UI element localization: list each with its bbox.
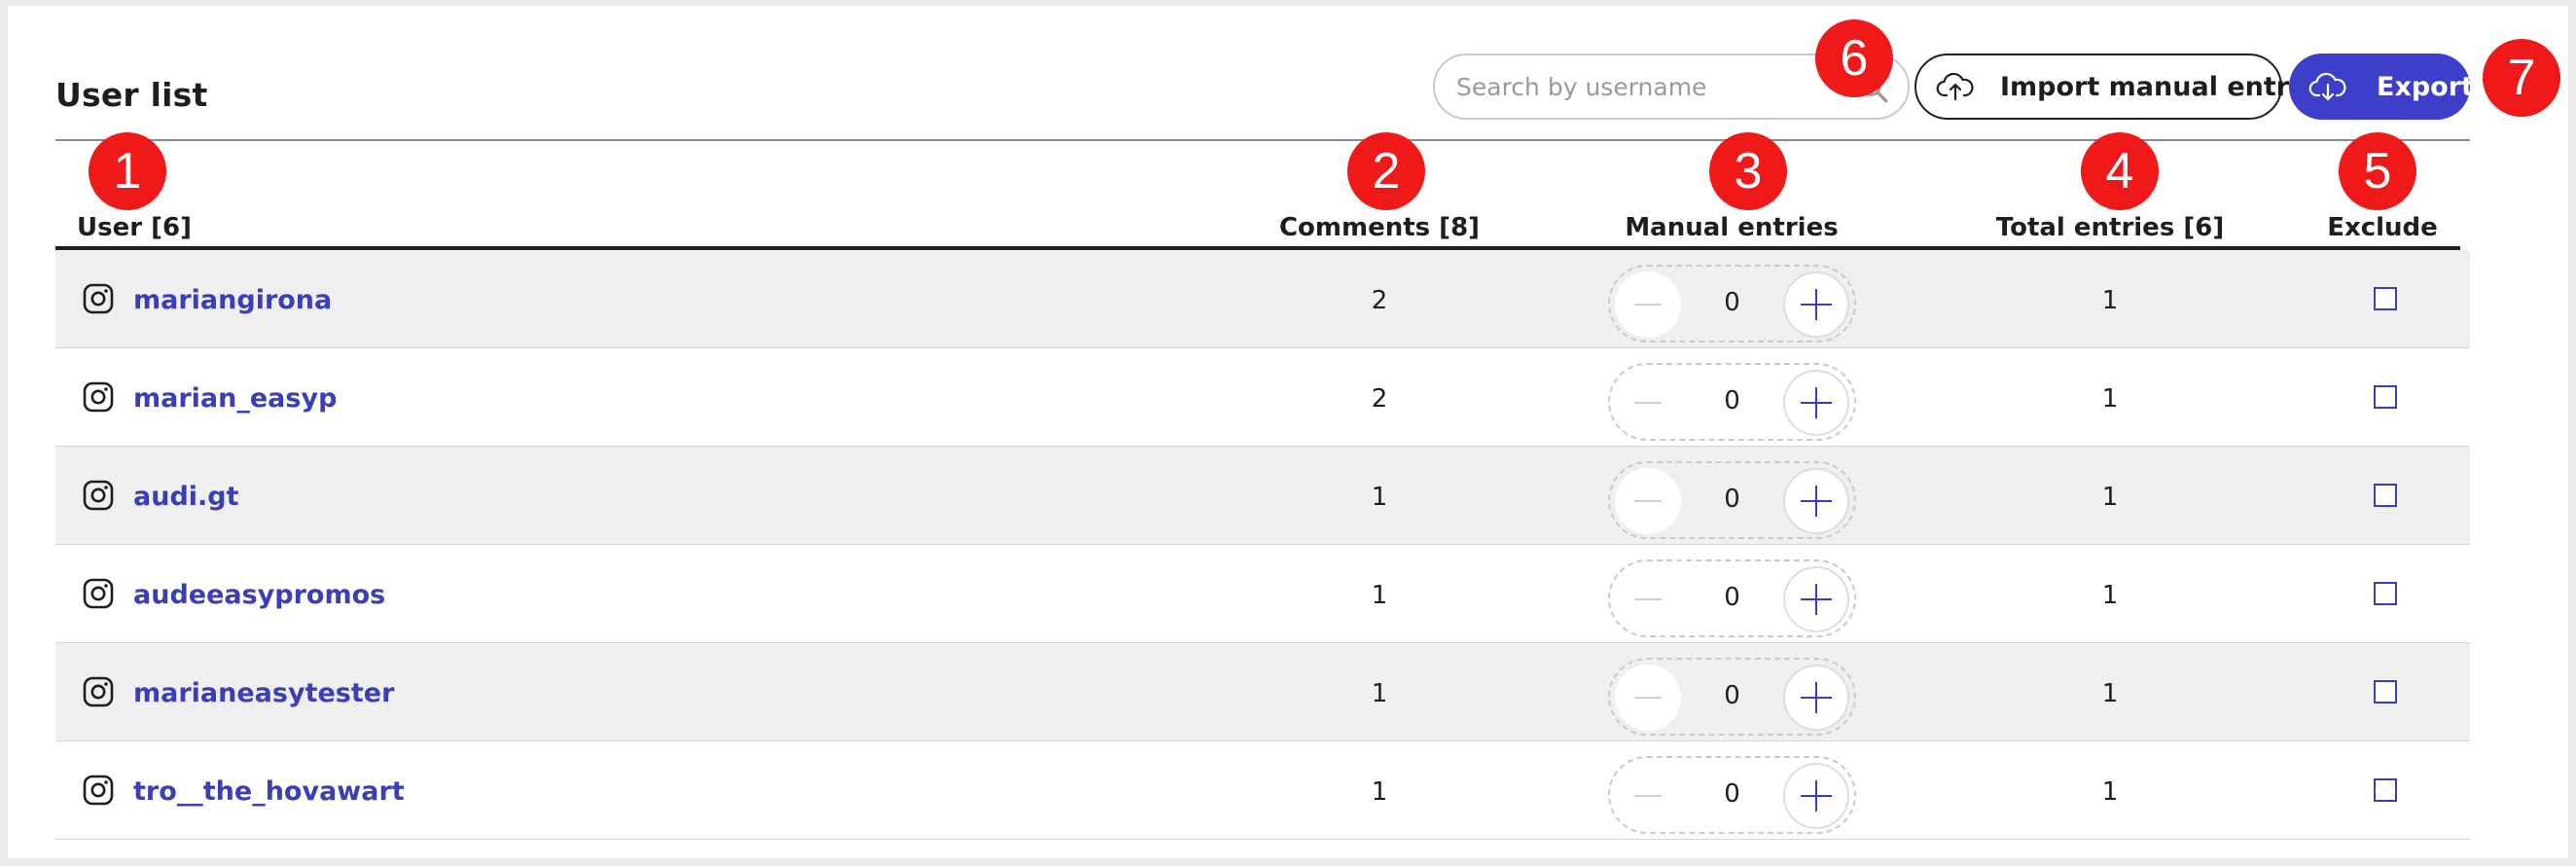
page-title: User list xyxy=(55,76,208,114)
plus-icon xyxy=(1801,289,1832,320)
manual-entries-value: 0 xyxy=(1724,485,1740,514)
annotation-badge-3: 3 xyxy=(1709,132,1787,210)
manual-entries-stepper: 0 xyxy=(1608,658,1856,736)
import-manual-entries-button[interactable]: Import manual entries xyxy=(1914,54,2332,120)
decrement-button[interactable] xyxy=(1615,468,1681,534)
decrement-button[interactable] xyxy=(1615,566,1681,632)
instagram-icon xyxy=(83,381,114,413)
increment-button[interactable] xyxy=(1783,271,1849,338)
manual-entries-value: 0 xyxy=(1724,583,1740,612)
manual-entries-stepper: 0 xyxy=(1608,265,1856,343)
total-entries-count: 1 xyxy=(2101,286,2119,315)
decrement-button[interactable] xyxy=(1615,370,1681,436)
minus-icon xyxy=(1634,795,1662,797)
increment-button[interactable] xyxy=(1783,370,1849,436)
comments-count: 1 xyxy=(1371,581,1388,610)
instagram-icon xyxy=(83,676,114,707)
total-entries-count: 1 xyxy=(2101,384,2119,414)
username-link[interactable]: marian_easyp xyxy=(133,383,337,414)
instagram-icon xyxy=(83,775,114,806)
table-row: marianeasytester 1 0 1 xyxy=(55,643,2470,741)
column-header-user[interactable]: User [6] xyxy=(77,213,192,242)
username-link[interactable]: audi.gt xyxy=(133,482,239,512)
plus-icon xyxy=(1801,584,1832,615)
exclude-checkbox[interactable] xyxy=(2374,778,2397,802)
table-row: audi.gt 1 0 1 xyxy=(55,447,2470,545)
exclude-checkbox[interactable] xyxy=(2374,582,2397,605)
manual-entries-value: 0 xyxy=(1724,779,1740,809)
comments-count: 1 xyxy=(1371,679,1388,708)
total-entries-count: 1 xyxy=(2101,679,2119,708)
import-button-label: Import manual entries xyxy=(2000,71,2332,102)
username-link[interactable]: tro__the_hovawart xyxy=(133,776,405,807)
comments-count: 1 xyxy=(1371,483,1388,512)
minus-icon xyxy=(1634,304,1662,306)
manual-entries-stepper: 0 xyxy=(1608,559,1856,637)
table-row: tro__the_hovawart 1 0 1 xyxy=(55,741,2470,840)
decrement-button[interactable] xyxy=(1615,271,1681,338)
minus-icon xyxy=(1634,500,1662,502)
username-link[interactable]: marianeasytester xyxy=(133,678,394,708)
comments-count: 2 xyxy=(1371,384,1388,414)
annotation-badge-2: 2 xyxy=(1347,132,1425,210)
table-row: marian_easyp 2 0 1 xyxy=(55,348,2470,447)
export-button[interactable]: Export xyxy=(2289,54,2474,120)
minus-icon xyxy=(1634,697,1662,699)
table-row: mariangirona 2 0 1 xyxy=(55,250,2470,348)
decrement-button[interactable] xyxy=(1615,763,1681,829)
manual-entries-value: 0 xyxy=(1724,288,1740,317)
exclude-checkbox[interactable] xyxy=(2374,287,2397,310)
annotation-badge-7: 7 xyxy=(2483,39,2560,117)
cloud-upload-icon xyxy=(1936,72,1974,101)
username-link[interactable]: mariangirona xyxy=(133,285,332,315)
manual-entries-value: 0 xyxy=(1724,386,1740,415)
column-header-exclude[interactable]: Exclude xyxy=(2327,213,2438,242)
exclude-checkbox[interactable] xyxy=(2374,484,2397,507)
comments-count: 2 xyxy=(1371,286,1388,315)
total-entries-count: 1 xyxy=(2101,581,2119,610)
username-link[interactable]: audeeasypromos xyxy=(133,580,385,610)
manual-entries-value: 0 xyxy=(1724,681,1740,710)
search-input[interactable] xyxy=(1456,72,1845,101)
comments-count: 1 xyxy=(1371,777,1388,807)
instagram-icon xyxy=(83,283,114,314)
exclude-checkbox[interactable] xyxy=(2374,385,2397,409)
total-entries-count: 1 xyxy=(2101,483,2119,512)
plus-icon xyxy=(1801,780,1832,812)
annotation-badge-6: 6 xyxy=(1815,19,1893,97)
manual-entries-stepper: 0 xyxy=(1608,461,1856,539)
export-button-label: Export xyxy=(2377,71,2474,102)
column-header-manual-entries[interactable]: Manual entries xyxy=(1625,213,1838,242)
minus-icon xyxy=(1634,402,1662,404)
column-header-comments[interactable]: Comments [8] xyxy=(1279,213,1480,242)
plus-icon xyxy=(1801,486,1832,517)
instagram-icon xyxy=(83,480,114,511)
annotation-badge-1: 1 xyxy=(89,132,166,210)
plus-icon xyxy=(1801,387,1832,418)
increment-button[interactable] xyxy=(1783,566,1849,632)
decrement-button[interactable] xyxy=(1615,665,1681,731)
increment-button[interactable] xyxy=(1783,468,1849,534)
instagram-icon xyxy=(83,578,114,609)
table-row: audeeasypromos 1 0 1 xyxy=(55,545,2470,643)
user-table-body: mariangirona 2 0 1 marian_easyp 2 0 1 au… xyxy=(55,250,2470,840)
total-entries-count: 1 xyxy=(2101,777,2119,807)
annotation-badge-4: 4 xyxy=(2081,132,2159,210)
exclude-checkbox[interactable] xyxy=(2374,680,2397,704)
cloud-download-icon xyxy=(2308,72,2346,101)
plus-icon xyxy=(1801,682,1832,713)
increment-button[interactable] xyxy=(1783,763,1849,829)
annotation-badge-5: 5 xyxy=(2339,132,2416,210)
increment-button[interactable] xyxy=(1783,665,1849,731)
manual-entries-stepper: 0 xyxy=(1608,363,1856,441)
column-header-total-entries[interactable]: Total entries [6] xyxy=(1996,213,2224,242)
manual-entries-stepper: 0 xyxy=(1608,756,1856,834)
minus-icon xyxy=(1634,598,1662,600)
